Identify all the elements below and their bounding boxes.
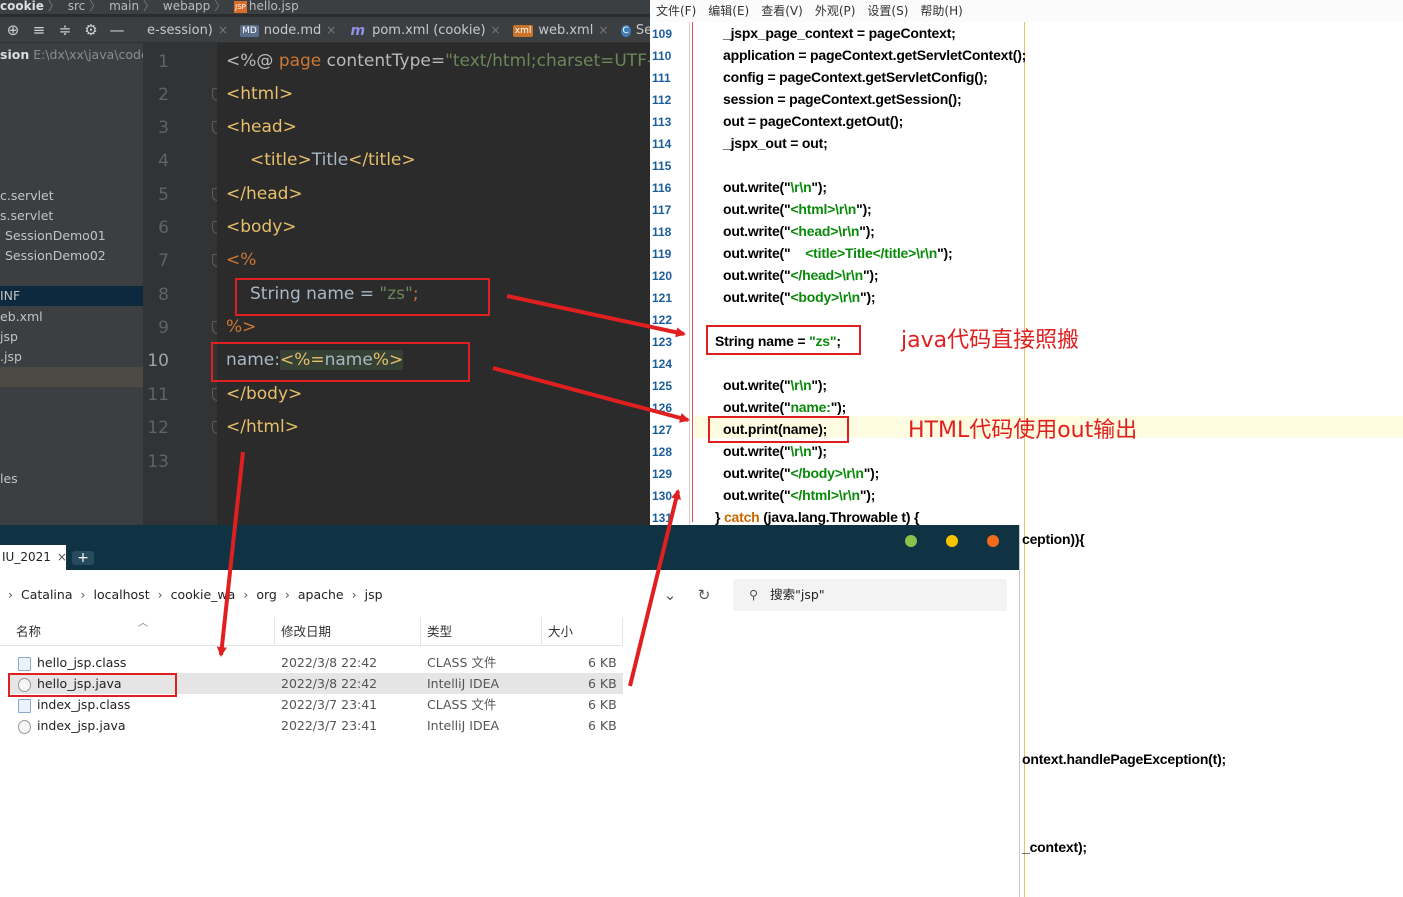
- arrow-to-generated-java: [506, 294, 686, 338]
- arrow-to-source-view: [628, 489, 681, 687]
- annotation-arrows: [216, 294, 690, 687]
- arrow-to-out-print: [492, 366, 690, 423]
- arrow-to-explorer: [216, 451, 245, 657]
